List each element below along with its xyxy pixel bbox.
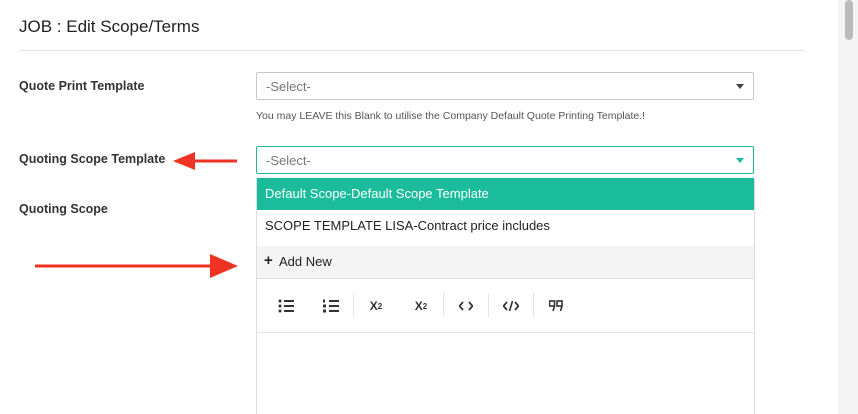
dropdown-option[interactable]: SCOPE TEMPLATE LISA-Contract price inclu… [257,210,754,242]
toolbar-separator [533,293,534,317]
chevron-down-icon [736,84,744,89]
subscript-icon[interactable]: X2 [363,293,389,319]
editor-toolbar: X2 X2 [257,279,754,333]
quoting-scope-editor[interactable]: X2 X2 [256,278,755,414]
quoting-scope-template-value: -Select- [266,153,311,168]
scrollbar-thumb[interactable] [845,0,853,40]
quote-print-template-select[interactable]: -Select- [256,72,754,100]
superscript-icon[interactable]: X2 [408,293,434,319]
numbered-list-icon[interactable] [318,293,344,319]
toolbar-separator [353,293,354,317]
edit-scope-modal: JOB : Edit Scope/Terms Quote Print Templ… [0,0,838,414]
quoting-scope-label: Quoting Scope [19,202,108,216]
title-divider [19,50,805,51]
blockquote-icon[interactable] [543,293,569,319]
add-new-label: Add New [279,254,332,269]
bullet-list-icon[interactable] [273,293,299,319]
code-icon[interactable] [453,293,479,319]
modal-title: JOB : Edit Scope/Terms [19,17,200,36]
quoting-scope-template-select[interactable]: -Select- [256,146,754,174]
scope-template-dropdown: Default Scope-Default Scope Template SCO… [256,178,755,278]
quoting-scope-template-label: Quoting Scope Template [19,152,166,166]
toolbar-separator [443,293,444,317]
chevron-down-icon [736,158,744,163]
dropdown-option[interactable]: Default Scope-Default Scope Template [257,178,754,210]
annotation-arrow-right [35,254,238,278]
toolbar-separator [488,293,489,317]
annotation-arrow-left [173,152,237,170]
quote-print-template-label: Quote Print Template [19,79,145,93]
add-new-option[interactable]: + Add New [257,246,754,278]
plus-icon: + [264,252,273,269]
code-block-icon[interactable] [498,293,524,319]
scrollbar[interactable] [838,0,858,414]
quote-print-template-help: You may LEAVE this Blank to utilise the … [256,110,646,122]
quote-print-template-value: -Select- [266,79,311,94]
